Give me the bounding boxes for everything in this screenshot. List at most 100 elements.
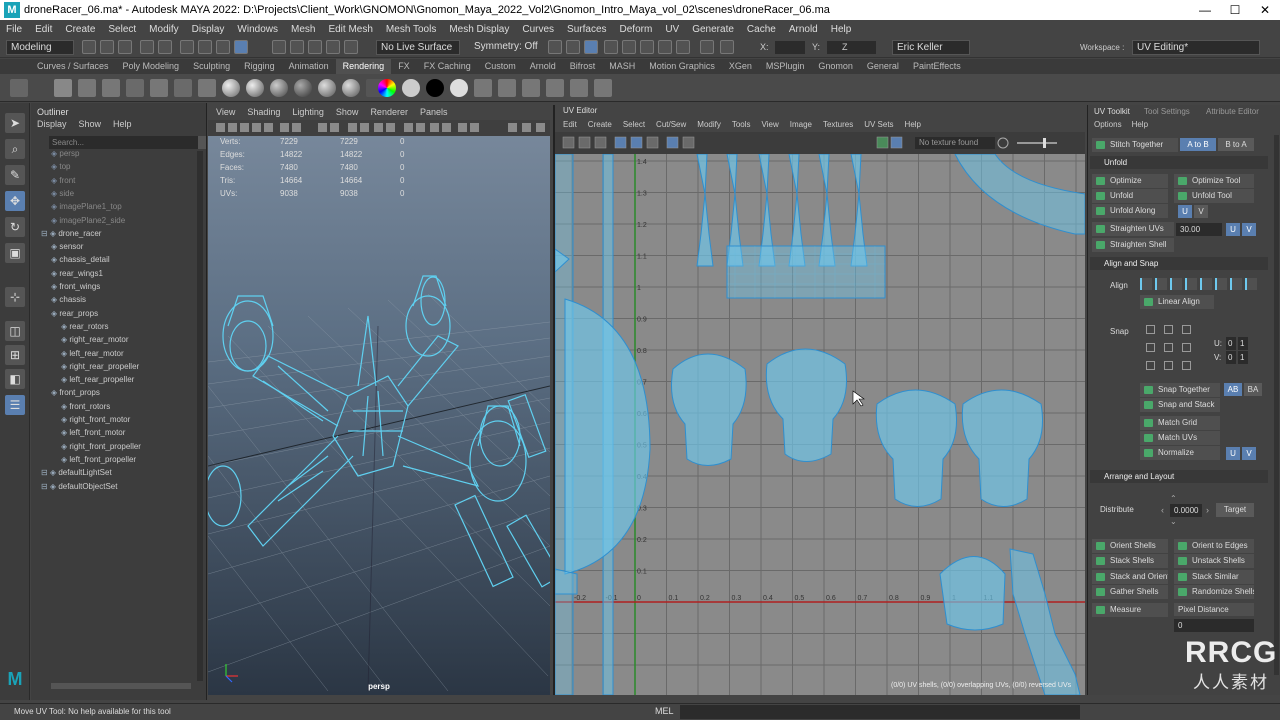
menu-help[interactable]: Help — [1132, 120, 1148, 129]
a-to-b-button[interactable]: A to B — [1180, 138, 1216, 151]
menu-create[interactable]: Create — [65, 24, 95, 35]
straighten-uvs-button[interactable]: Straighten UVs — [1092, 222, 1174, 236]
rotate-tool-icon[interactable]: ↻ — [5, 217, 25, 237]
distribute-value-field[interactable]: 0.0000 — [1170, 504, 1202, 517]
snap-u-zero[interactable]: 0 — [1226, 337, 1236, 350]
shelf-ramp-sphere-icon[interactable] — [342, 79, 360, 97]
snap-position-icon[interactable] — [1164, 325, 1173, 334]
shelf-tab-gnomon[interactable]: Gnomon — [811, 59, 860, 74]
mode-dropdown[interactable]: Modeling — [6, 40, 74, 55]
menu-help[interactable]: Help — [831, 24, 852, 35]
menu-mesh[interactable]: Mesh — [291, 24, 315, 35]
last-tool-icon[interactable]: ⊹ — [5, 287, 25, 307]
unfold-along-v-button[interactable]: V — [1194, 205, 1208, 218]
shelf-tab-painteffects[interactable]: PaintEffects — [906, 59, 968, 74]
shelf-light-icon[interactable] — [78, 79, 96, 97]
shelf-ambient-light-icon[interactable] — [198, 79, 216, 97]
align-snap-section-header[interactable]: Align and Snap — [1090, 257, 1268, 270]
uv-menu-modify[interactable]: Modify — [697, 117, 721, 132]
arnold-render-icon[interactable] — [622, 40, 636, 54]
shelf-black-sphere-icon[interactable] — [426, 79, 444, 97]
shelf-color-wheel-icon[interactable] — [378, 79, 396, 97]
shelf-blinn-sphere-icon[interactable] — [222, 79, 240, 97]
hypershade-icon[interactable] — [604, 40, 618, 54]
outliner-item[interactable]: ⊟ ◈ defaultLightSet — [41, 468, 112, 481]
uv-menu-help[interactable]: Help — [905, 117, 921, 132]
menu-select[interactable]: Select — [108, 24, 136, 35]
shelf-tab-mash[interactable]: MASH — [602, 59, 642, 74]
outliner-item[interactable]: ◈ left_rear_propeller — [61, 375, 134, 388]
stack-shells-button[interactable]: Stack Shells — [1092, 554, 1168, 568]
align-option-icon[interactable] — [1170, 278, 1182, 290]
maximize-button[interactable]: ☐ — [1220, 0, 1250, 20]
workspace-dropdown[interactable]: UV Editing* — [1132, 40, 1260, 55]
menu-generate[interactable]: Generate — [692, 24, 734, 35]
shelf-tab-fx[interactable]: FX — [391, 59, 417, 74]
shelf-tab-general[interactable]: General — [860, 59, 906, 74]
snap-u-one[interactable]: 1 — [1238, 337, 1248, 350]
shelf-tab-xgen[interactable]: XGen — [722, 59, 759, 74]
align-option-icon[interactable] — [1230, 278, 1242, 290]
normalize-button[interactable]: Normalize — [1140, 446, 1220, 460]
shelf-batch-render-icon[interactable] — [546, 79, 564, 97]
close-button[interactable]: ✕ — [1250, 0, 1280, 20]
outliner-item[interactable]: ⊟ ◈ drone_racer — [41, 229, 101, 242]
shelf-tab-sculpting[interactable]: Sculpting — [186, 59, 237, 74]
snap-v-zero[interactable]: 0 — [1226, 351, 1236, 364]
shelf-tab-animation[interactable]: Animation — [282, 59, 336, 74]
viewport-menu-show[interactable]: Show — [336, 105, 359, 120]
randomize-shells-button[interactable]: Randomize Shells — [1174, 585, 1254, 599]
shelf-spot-light-icon[interactable] — [150, 79, 168, 97]
align-option-icon[interactable] — [1185, 278, 1197, 290]
four-view-layout-icon[interactable]: ⊞ — [5, 345, 25, 365]
snap-view-icon[interactable] — [326, 40, 340, 54]
menu-deform[interactable]: Deform — [620, 24, 653, 35]
linear-align-button[interactable]: Linear Align — [1140, 295, 1214, 309]
shelf-tab-bifrost[interactable]: Bifrost — [563, 59, 603, 74]
lasso-tool-icon[interactable]: ⌕ — [5, 139, 25, 159]
outliner-item[interactable]: ◈ front_rotors — [61, 402, 110, 415]
shelf-render-region-icon[interactable] — [498, 79, 516, 97]
snap-point-icon[interactable] — [308, 40, 322, 54]
orient-to-edges-button[interactable]: Orient to Edges — [1174, 539, 1254, 553]
stitch-together-button[interactable]: Stitch Together — [1092, 138, 1178, 152]
shelf-tab-motion-graphics[interactable]: Motion Graphics — [642, 59, 722, 74]
outliner-item[interactable]: ◈ top — [51, 162, 71, 175]
menu-file[interactable]: File — [6, 24, 22, 35]
pixel-distance-dropdown[interactable]: Pixel Distance — [1174, 603, 1254, 616]
outliner-item[interactable]: ◈ sensor — [51, 242, 83, 255]
unfold-tool-button[interactable]: Unfold Tool — [1174, 189, 1254, 203]
menu-edit[interactable]: Edit — [35, 24, 52, 35]
align-option-icon[interactable] — [1215, 278, 1227, 290]
render-frame-icon[interactable] — [548, 40, 562, 54]
outliner-layout-icon[interactable]: ☰ — [5, 395, 25, 415]
snap-position-icon[interactable] — [1182, 343, 1191, 352]
measure-value-field[interactable]: 0 — [1174, 619, 1254, 632]
tab-uv-toolkit[interactable]: UV Toolkit — [1094, 107, 1130, 116]
outliner-menu-help[interactable]: Help — [113, 119, 132, 129]
uv-menu-textures[interactable]: Textures — [823, 117, 853, 132]
b-to-a-button[interactable]: B to A — [1218, 138, 1254, 151]
shelf-hypershade-icon[interactable] — [594, 79, 612, 97]
symmetry-label[interactable]: Symmetry: Off — [470, 40, 540, 55]
outliner-item[interactable]: ⊟ ◈ defaultObjectSet — [41, 482, 117, 495]
outliner-item[interactable]: ◈ side — [51, 189, 74, 202]
menu-modify[interactable]: Modify — [149, 24, 178, 35]
menu-edit-mesh[interactable]: Edit Mesh — [328, 24, 372, 35]
minimize-button[interactable]: — — [1190, 0, 1220, 20]
shelf-tab-custom[interactable]: Custom — [478, 59, 523, 74]
shelf-surface-sphere-icon[interactable] — [294, 79, 312, 97]
paint-select-icon[interactable]: ✎ — [5, 165, 25, 185]
snap-v-one[interactable]: 1 — [1238, 351, 1248, 364]
snap-position-icon[interactable] — [1146, 361, 1155, 370]
outliner-item[interactable]: ◈ right_front_propeller — [61, 442, 141, 455]
stack-and-orient-button[interactable]: Stack and Orient — [1092, 570, 1168, 584]
perspective-viewport[interactable]: View Shading Lighting Show Renderer Panels Ve… — [208, 105, 550, 695]
shelf-tab-curves-surfaces[interactable]: Curves / Surfaces — [30, 59, 116, 74]
uv-menu-image[interactable]: Image — [790, 117, 812, 132]
gather-shells-button[interactable]: Gather Shells — [1092, 585, 1168, 599]
outliner-item[interactable]: ◈ left_front_motor — [61, 428, 125, 441]
snap-position-icon[interactable] — [1146, 343, 1155, 352]
shelf-camera-icon[interactable] — [54, 79, 72, 97]
shelf-tab-msplugin[interactable]: MSPlugin — [759, 59, 812, 74]
